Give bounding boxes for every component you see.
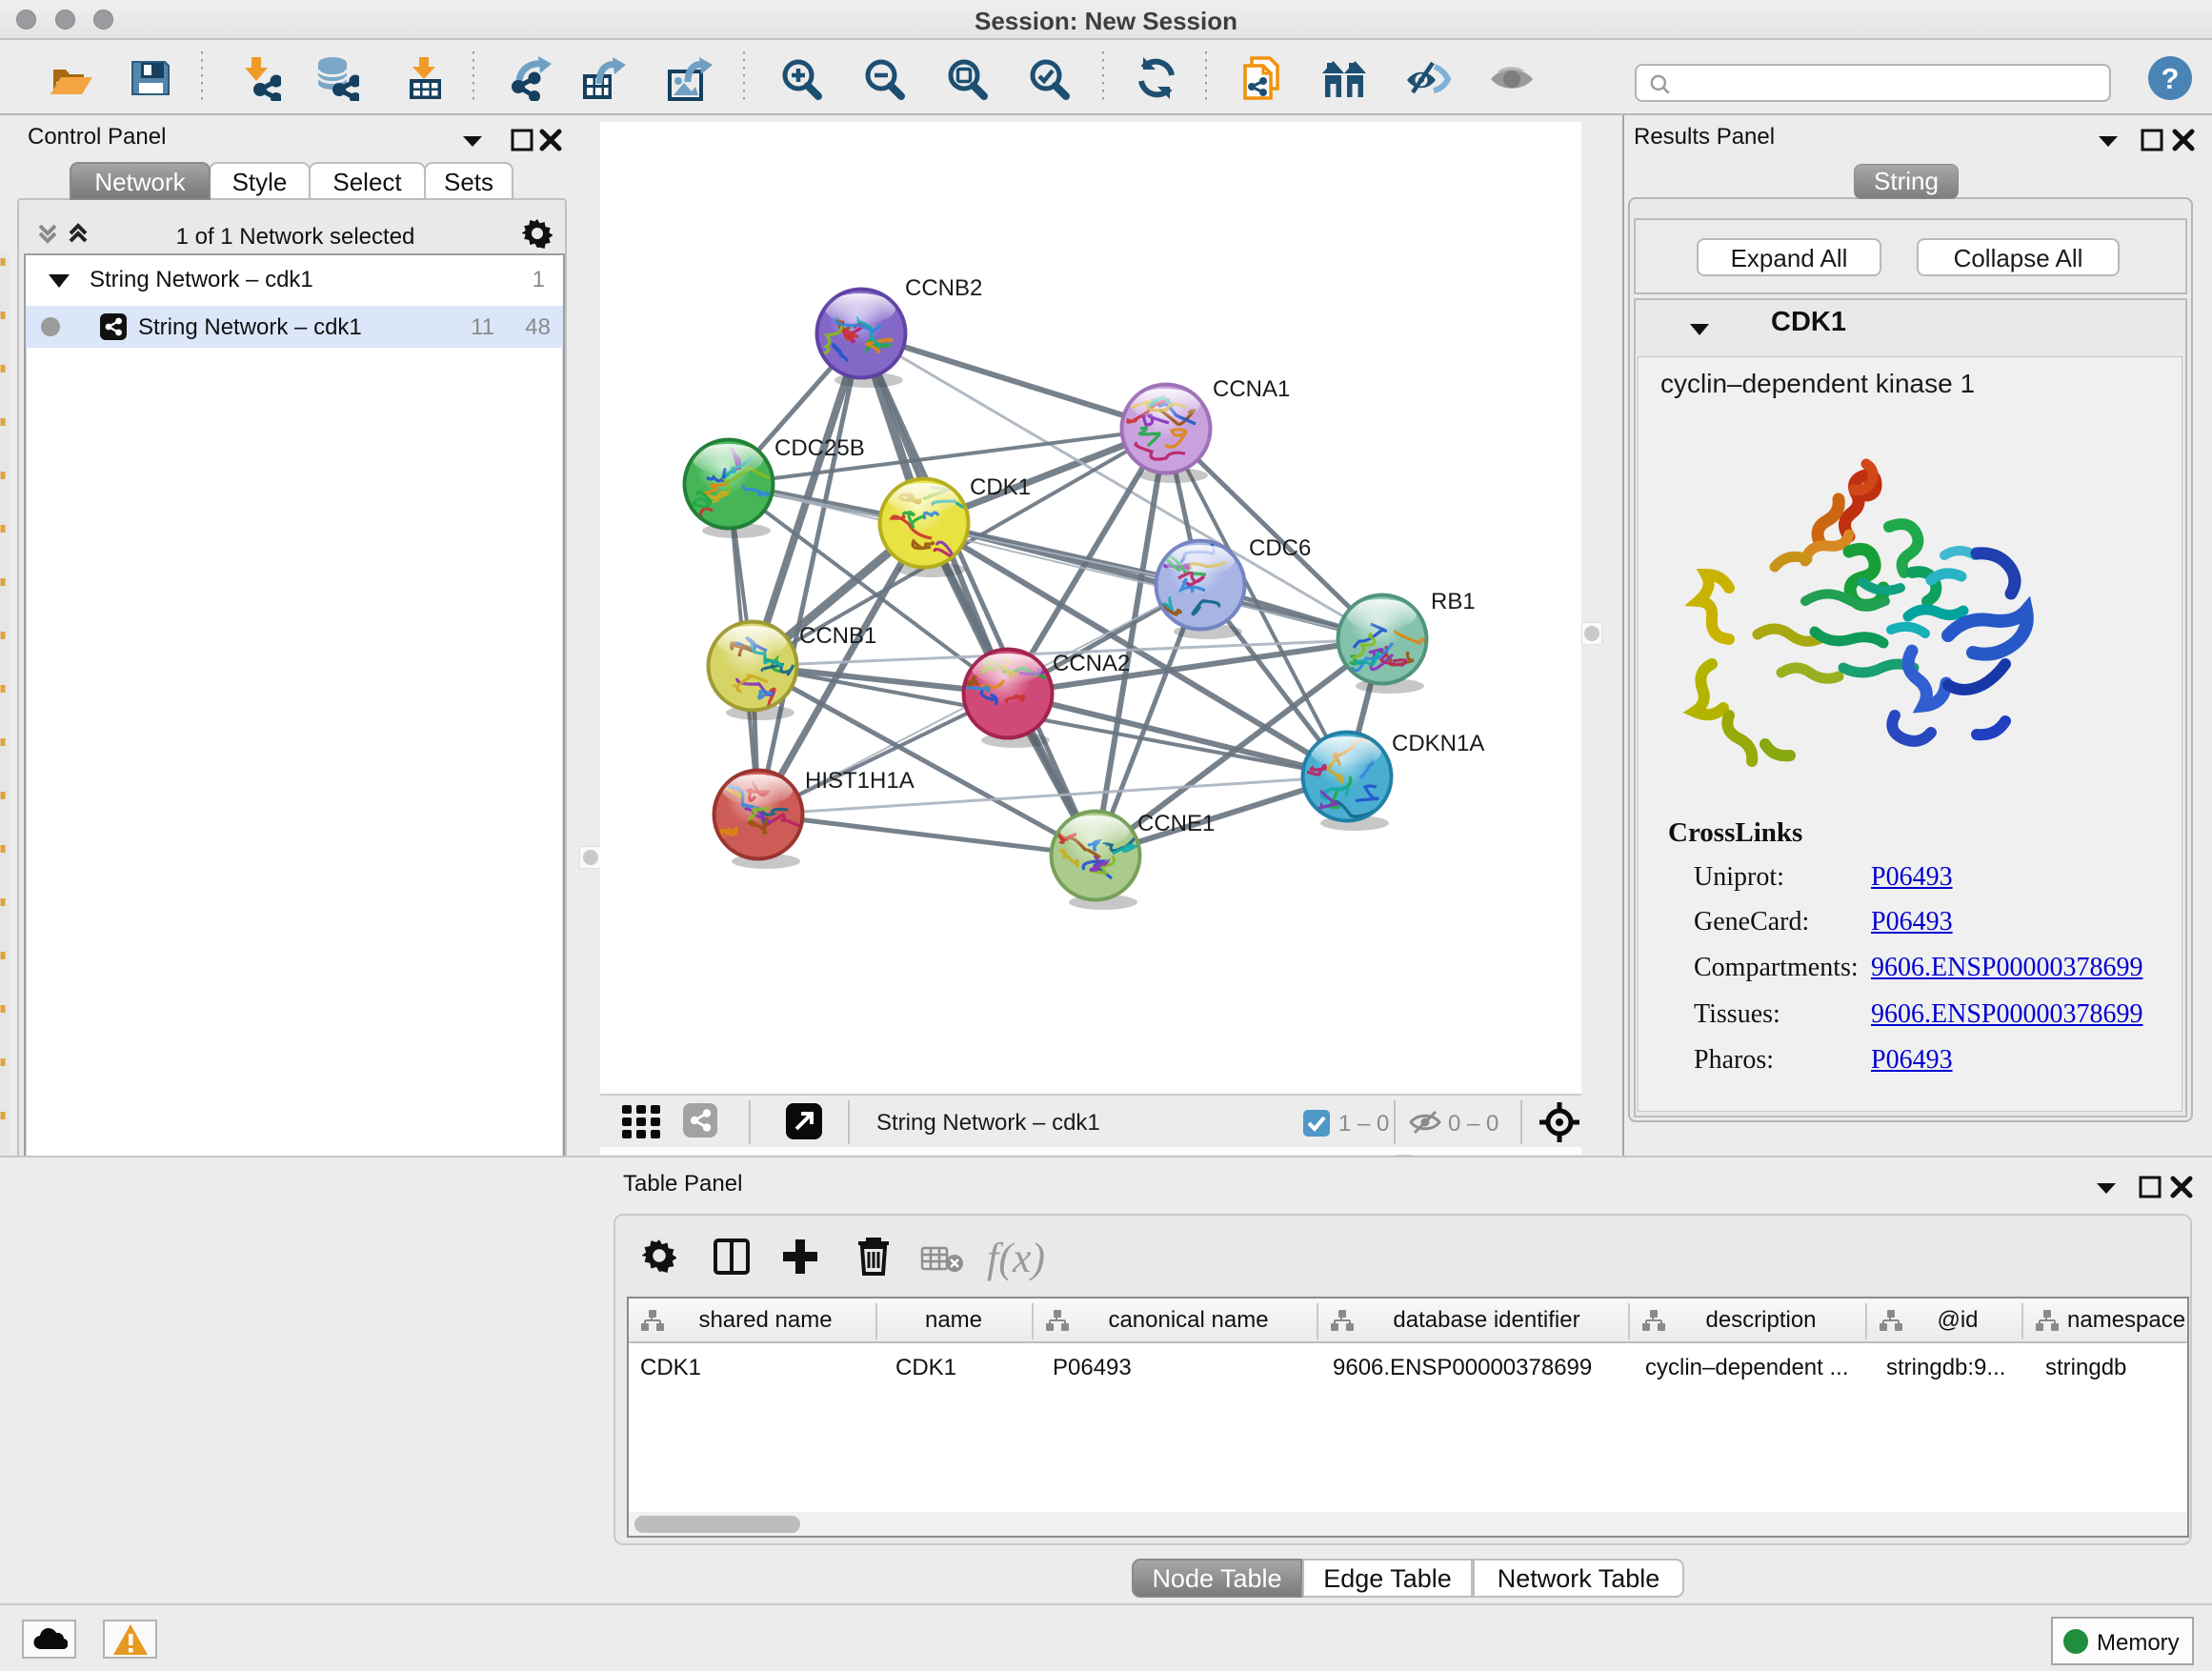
svg-text:CCNB1: CCNB1 [799, 623, 876, 649]
svg-text:?: ? [2162, 62, 2180, 95]
svg-text:CCNA2: CCNA2 [1053, 651, 1130, 676]
svg-text:CDC6: CDC6 [1249, 535, 1311, 561]
svg-text:RB1: RB1 [1431, 589, 1476, 614]
svg-text:CDK1: CDK1 [970, 474, 1031, 500]
svg-text:HIST1H1A: HIST1H1A [805, 768, 915, 794]
svg-text:CCNA1: CCNA1 [1213, 376, 1290, 402]
svg-text:CCNB2: CCNB2 [905, 275, 982, 301]
svg-text:CCNE1: CCNE1 [1137, 811, 1215, 836]
svg-text:CDKN1A: CDKN1A [1392, 731, 1484, 756]
svg-text:CDC25B: CDC25B [774, 435, 865, 461]
